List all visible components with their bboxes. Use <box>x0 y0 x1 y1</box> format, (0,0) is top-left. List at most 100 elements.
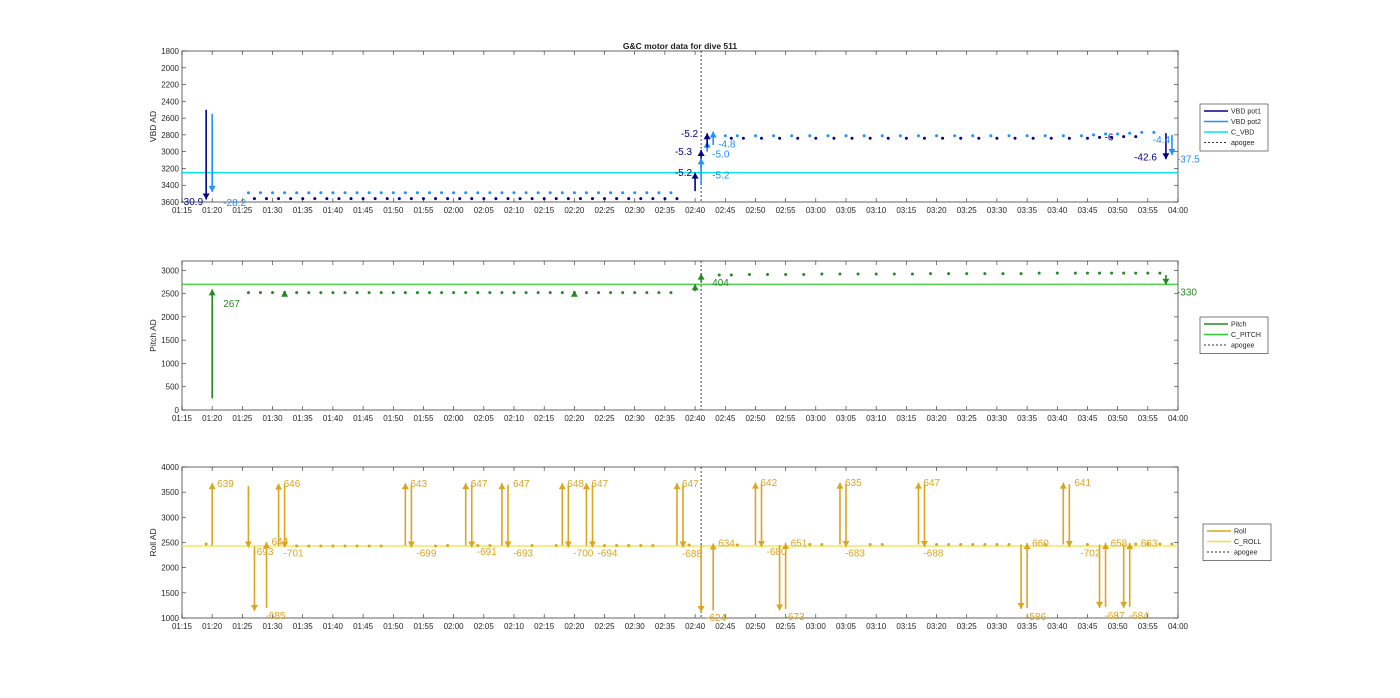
y-tick-label: 1000 <box>161 359 179 368</box>
y-tick-label: 2400 <box>161 97 179 106</box>
data-point <box>355 291 359 295</box>
data-point <box>258 291 262 295</box>
data-point <box>820 543 824 547</box>
data-label: -680 <box>766 547 786 558</box>
data-point <box>319 291 323 295</box>
data-point <box>494 197 498 201</box>
data-point <box>343 291 347 295</box>
data-point <box>597 291 601 295</box>
legend-label: Roll <box>1234 529 1247 536</box>
data-point <box>1037 271 1041 275</box>
data-point <box>796 136 800 140</box>
x-tick-label: 01:25 <box>232 622 253 631</box>
y-tick-label: 2500 <box>161 539 179 548</box>
data-point <box>1061 134 1065 138</box>
data-point <box>319 544 323 548</box>
data-point <box>953 134 957 138</box>
data-point <box>892 272 896 276</box>
data-point <box>651 544 655 548</box>
legend: Roll C_ROLLapogee <box>1202 523 1272 561</box>
data-label: 642 <box>760 478 777 489</box>
data-point <box>627 544 631 548</box>
data-point <box>470 197 474 201</box>
data-point <box>343 191 347 195</box>
data-label: 404 <box>712 278 729 289</box>
data-point <box>1049 136 1053 140</box>
data-point <box>1067 136 1071 140</box>
x-tick-label: 03:20 <box>927 206 948 215</box>
x-tick-label: 03:05 <box>836 622 857 631</box>
data-point <box>971 134 975 138</box>
legend: VBD pot1 VBD pot2 C_VBDapogee <box>1199 103 1269 152</box>
data-point <box>959 543 963 547</box>
data-point <box>1055 271 1059 275</box>
x-tick-label: 02:40 <box>685 206 706 215</box>
data-point <box>566 197 570 201</box>
legend: Pitch C_PITCHapogee <box>1199 316 1269 354</box>
x-tick-label: 02:30 <box>625 414 646 423</box>
data-point <box>331 191 335 195</box>
x-tick-label: 02:20 <box>564 206 585 215</box>
x-tick-label: 01:35 <box>293 414 314 423</box>
x-tick-label: 03:10 <box>866 206 887 215</box>
data-point <box>645 291 649 295</box>
data-label: -683 <box>845 549 865 560</box>
data-point <box>1085 136 1089 140</box>
x-tick-label: 02:30 <box>625 206 646 215</box>
data-label: -5.2 <box>712 170 730 181</box>
data-point <box>1134 135 1138 139</box>
data-point <box>1019 272 1023 276</box>
data-point <box>542 197 546 201</box>
data-point <box>1007 134 1011 138</box>
data-label: -687 <box>1105 611 1125 622</box>
data-point <box>1116 132 1120 136</box>
data-point <box>850 136 854 140</box>
data-point <box>277 197 281 201</box>
y-tick-label: 3400 <box>161 181 179 190</box>
data-point <box>584 291 588 295</box>
data-point <box>434 544 438 548</box>
roll-axes: 100015002000250030003500400001:15 01:20 01… <box>148 463 1272 631</box>
data-point <box>271 191 275 195</box>
data-point <box>741 136 745 140</box>
x-tick-label: 02:25 <box>595 622 616 631</box>
data-point <box>512 191 516 195</box>
data-point <box>204 542 208 546</box>
figure-title: G&C motor data for dive 511 <box>623 41 738 51</box>
x-tick-label: 02:40 <box>685 622 706 631</box>
y-tick-label: 1800 <box>161 47 179 56</box>
data-point <box>560 291 564 295</box>
data-point <box>446 544 450 548</box>
x-tick-label: 01:15 <box>172 414 193 423</box>
x-tick-label: 03:25 <box>957 206 978 215</box>
data-point <box>295 544 299 548</box>
data-point <box>524 291 528 295</box>
data-point <box>548 291 552 295</box>
data-label: -624 <box>706 613 726 624</box>
data-point <box>349 197 353 201</box>
x-tick-label: 01:20 <box>202 622 223 631</box>
data-label: -693 <box>513 549 533 560</box>
x-tick-label: 02:05 <box>474 414 495 423</box>
data-point <box>874 272 878 276</box>
x-tick-label: 03:25 <box>957 622 978 631</box>
plot-area <box>181 260 1179 411</box>
data-point <box>657 191 661 195</box>
data-point <box>578 197 582 201</box>
data-point <box>1079 134 1083 138</box>
data-point <box>814 136 818 140</box>
data-point <box>434 197 438 201</box>
data-point <box>391 291 395 295</box>
data-point <box>1152 130 1156 134</box>
data-point <box>609 291 613 295</box>
data-point <box>584 191 588 195</box>
data-point <box>995 543 999 547</box>
data-label: -685 <box>265 611 285 622</box>
data-point <box>385 197 389 201</box>
data-point <box>1001 272 1005 276</box>
x-tick-label: 03:40 <box>1047 622 1068 631</box>
data-label: 647 <box>591 479 608 490</box>
data-label: -6 <box>1105 133 1114 144</box>
data-point <box>838 272 842 276</box>
x-tick-label: 01:45 <box>353 414 374 423</box>
